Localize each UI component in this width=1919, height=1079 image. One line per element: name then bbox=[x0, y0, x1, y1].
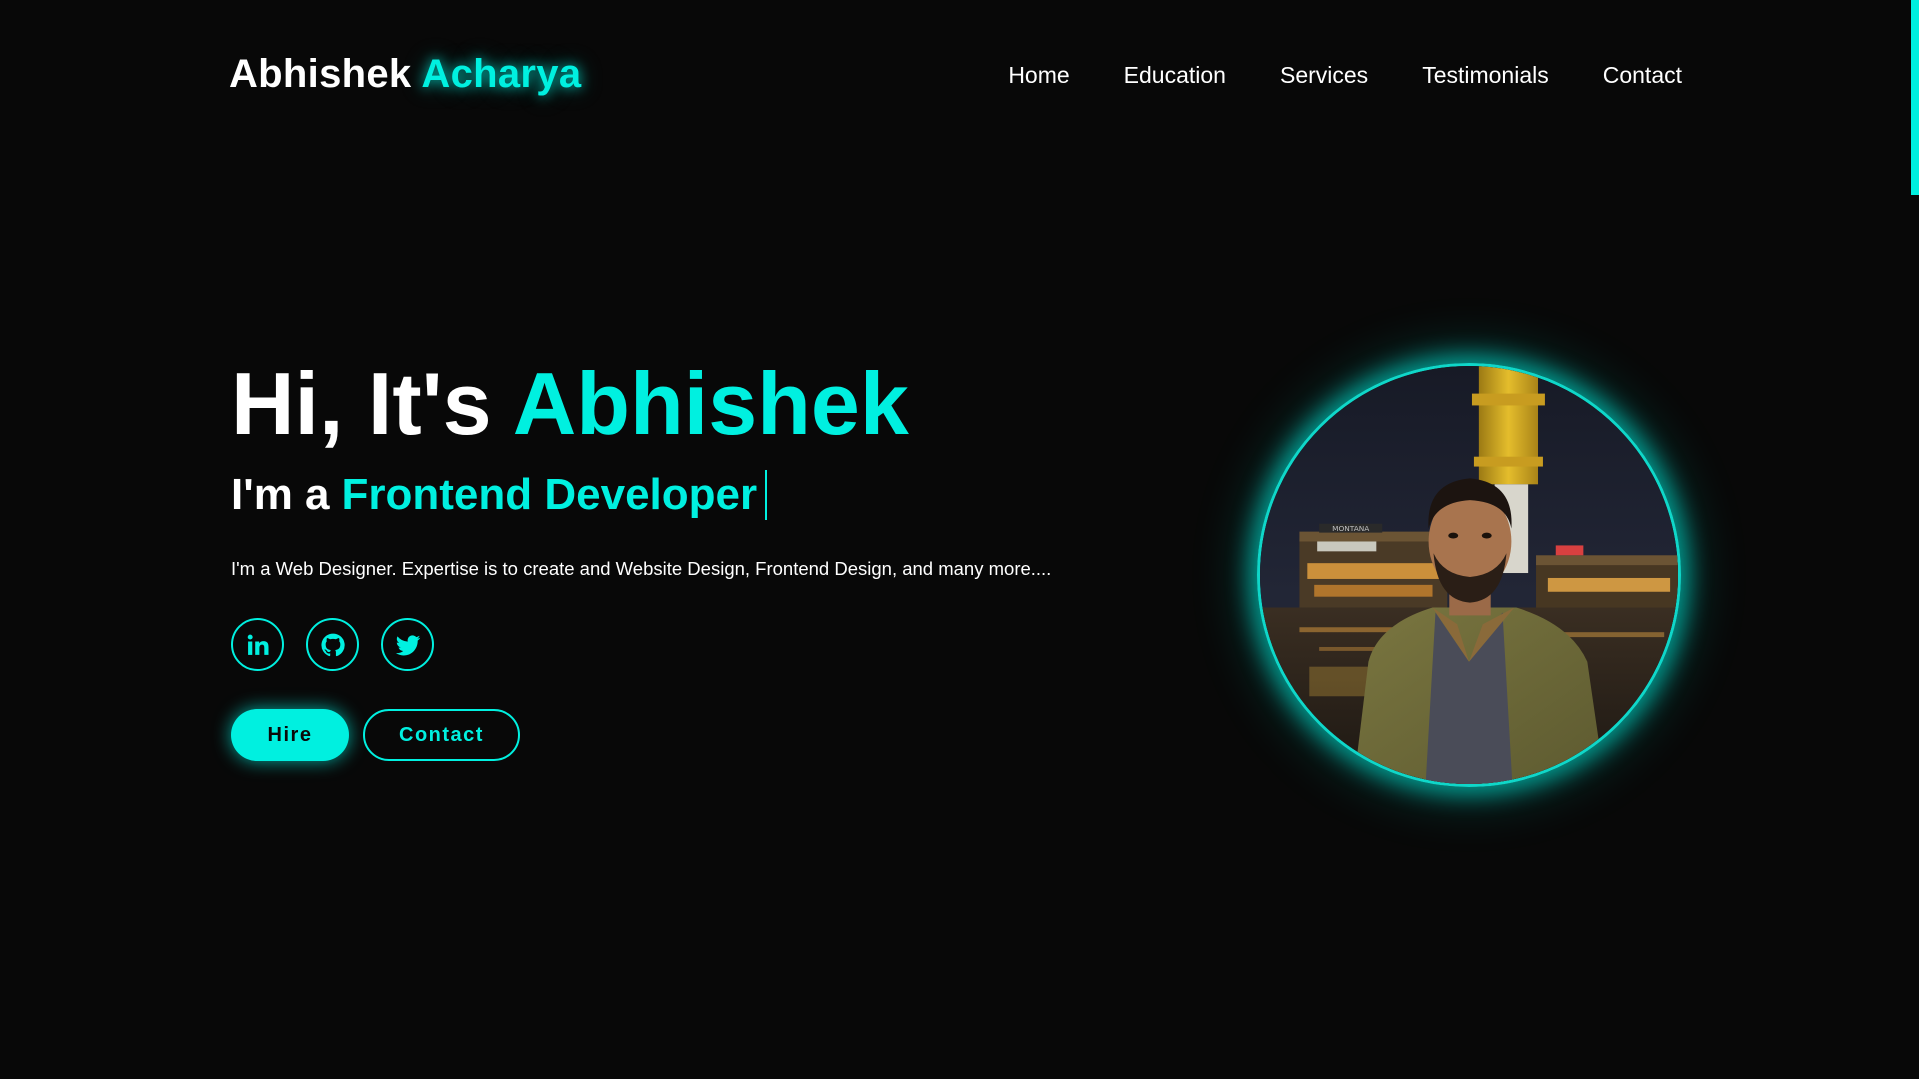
role-prefix: I'm a bbox=[231, 470, 330, 519]
main-nav: Home Education Services Testimonials Con… bbox=[1008, 62, 1682, 89]
brand-first-name: Abhishek bbox=[229, 52, 412, 96]
hero-role: I'm a Frontend Developer bbox=[231, 470, 1131, 520]
hero-greeting: Hi, It's bbox=[231, 354, 492, 453]
hero-description: I'm a Web Designer. Expertise is to crea… bbox=[231, 558, 1052, 579]
linkedin-icon bbox=[247, 634, 268, 655]
brand-last-name: Acharya bbox=[421, 52, 582, 96]
profile-photo-image: MONTANA bbox=[1260, 366, 1678, 784]
hero-section: Hi, It's Abhishek I'm a Frontend Develop… bbox=[231, 360, 1131, 761]
twitter-link[interactable] bbox=[381, 618, 434, 671]
github-icon bbox=[320, 633, 345, 656]
site-header: Abhishek Acharya Home Education Services… bbox=[0, 0, 1919, 155]
brand-logo[interactable]: Abhishek Acharya bbox=[229, 52, 581, 97]
nav-link-education[interactable]: Education bbox=[1124, 62, 1226, 89]
page: Abhishek Acharya Home Education Services… bbox=[0, 0, 1919, 1079]
github-link[interactable] bbox=[306, 618, 359, 671]
twitter-icon bbox=[395, 634, 420, 655]
contact-button[interactable]: Contact bbox=[363, 709, 520, 761]
social-links bbox=[231, 618, 1131, 671]
hire-button[interactable]: Hire bbox=[231, 709, 349, 761]
linkedin-link[interactable] bbox=[231, 618, 284, 671]
nav-link-testimonials[interactable]: Testimonials bbox=[1422, 62, 1549, 89]
hero-heading: Hi, It's Abhishek bbox=[231, 360, 1131, 448]
typing-caret bbox=[765, 470, 768, 520]
photo-sign-text: MONTANA bbox=[1332, 524, 1369, 533]
nav-link-contact[interactable]: Contact bbox=[1603, 62, 1682, 89]
nav-link-home[interactable]: Home bbox=[1008, 62, 1069, 89]
profile-photo: MONTANA bbox=[1257, 363, 1681, 787]
role-title: Frontend Developer bbox=[341, 470, 758, 519]
hero-name: Abhishek bbox=[512, 354, 909, 453]
nav-link-services[interactable]: Services bbox=[1280, 62, 1368, 89]
scrollbar-thumb[interactable] bbox=[1911, 0, 1919, 195]
hero-buttons: Hire Contact bbox=[231, 709, 1131, 761]
